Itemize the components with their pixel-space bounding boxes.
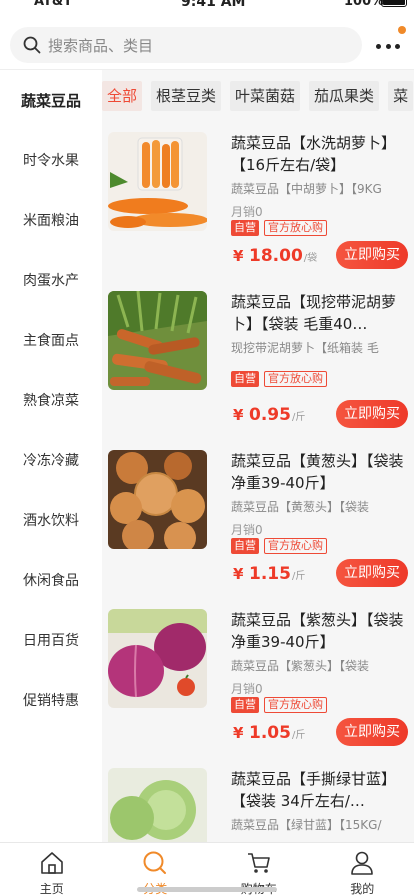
category-sidebar: 蔬菜豆品 时令水果 米面粮油 肉蛋水产 主食面点 熟食凉菜 冷冻冷藏 酒水饮料 … [0,70,102,842]
price-unit: /斤 [291,571,306,582]
buy-now-button[interactable]: 立即购买 [336,718,408,746]
product-item[interactable]: 蔬菜豆品【紫葱头】【袋装 净重39-40斤】 蔬菜豆品【紫葱头】【袋装 月销0 … [102,601,414,760]
self-operated-badge: 自营 [231,697,259,713]
battery-icon [381,0,407,7]
battery-percent: 100% [344,0,385,9]
monthly-sales: 月销0 [231,205,263,219]
nav-label: 我的 [350,882,375,896]
currency-symbol: ¥ [233,565,244,583]
monthly-sales: 月销0 [231,682,263,696]
product-subtitle: 蔬菜豆品【中胡萝卜】【9KG [231,182,382,196]
sidebar-item-drinks[interactable]: 酒水饮料 [0,490,102,550]
price-value: 1.15 [249,564,291,584]
tab-root-beans[interactable]: 根茎豆类 [151,81,222,111]
tab-more[interactable]: 菜 [388,81,414,111]
product-image-carrots[interactable] [108,132,207,231]
product-image-muddy-carrots[interactable] [108,291,207,390]
profile-icon [349,850,375,876]
sidebar-item-grain-oil[interactable]: 米面粮油 [0,190,102,250]
price-unit: /斤 [291,412,306,423]
monthly-sales: 月销0 [231,523,263,537]
buy-now-button[interactable]: 立即购买 [336,400,408,428]
product-title[interactable]: 蔬菜豆品【水洗胡萝卜】【16斤左右/袋】 [231,132,409,176]
product-image-yellow-onions[interactable] [108,450,207,549]
sidebar-item-frozen[interactable]: 冷冻冷藏 [0,430,102,490]
official-badge: 官方放心购 [264,697,327,713]
product-title[interactable]: 蔬菜豆品【紫葱头】【袋装 净重39-40斤】 [231,609,409,653]
category-icon [142,850,168,876]
carrier-label: AT&T [34,0,73,9]
price: ¥ 1.05/斤 [233,723,305,743]
sidebar-item-snacks[interactable]: 休闲食品 [0,550,102,610]
price-value: 18.00 [249,246,303,266]
product-title[interactable]: 蔬菜豆品【现挖带泥胡萝卜】【袋装 毛重40… [231,291,409,335]
price-unit: /斤 [291,730,306,741]
status-bar: AT&T 9:41 AM 100% [0,0,414,14]
sidebar-item-deli[interactable]: 熟食凉菜 [0,370,102,430]
sidebar-item-promotions[interactable]: 促销特惠 [0,670,102,730]
price-value: 0.95 [249,405,291,425]
sidebar-item-fruits[interactable]: 时令水果 [0,130,102,190]
product-title[interactable]: 蔬菜豆品【手撕绿甘蓝】【袋装 34斤左右/… [231,768,409,812]
product-item[interactable]: 蔬菜豆品【手撕绿甘蓝】【袋装 34斤左右/… 蔬菜豆品【绿甘蓝】【15KG/ [102,760,414,842]
official-badge: 官方放心购 [264,220,327,236]
search-icon [22,35,42,55]
nav-label: 主页 [39,882,64,896]
product-item[interactable]: 蔬菜豆品【黄葱头】【袋装 净重39-40斤】 蔬菜豆品【黄葱头】【袋装 月销0 … [102,442,414,601]
sidebar-item-vegetables[interactable]: 蔬菜豆品 [0,70,102,130]
header: 搜索商品、类目 [0,14,414,70]
sidebar-item-meat-seafood[interactable]: 肉蛋水产 [0,250,102,310]
product-item[interactable]: 蔬菜豆品【水洗胡萝卜】【16斤左右/袋】 蔬菜豆品【中胡萝卜】【9KG 月销0 … [102,124,414,283]
price-unit: /袋 [303,253,318,264]
search-placeholder: 搜索商品、类目 [48,36,154,55]
product-panel: 全部 根茎豆类 叶菜菌菇 茄瓜果类 菜 蔬菜豆品【水洗胡萝卜】【16斤左右/袋】… [102,70,414,842]
currency-symbol: ¥ [233,724,244,742]
tab-leafy-mushroom[interactable]: 叶菜菌菇 [230,81,301,111]
notification-dot [398,26,406,34]
product-subtitle: 蔬菜豆品【绿甘蓝】【15KG/ [231,818,382,832]
cart-icon [246,850,272,876]
nav-profile[interactable]: 我的 [311,843,414,896]
buy-now-button[interactable]: 立即购买 [336,241,408,269]
product-title[interactable]: 蔬菜豆品【黄葱头】【袋装 净重39-40斤】 [231,450,409,494]
clock: 9:41 AM [181,0,246,10]
tab-all[interactable]: 全部 [102,81,143,111]
price: ¥ 18.00/袋 [233,246,317,266]
official-badge: 官方放心购 [264,538,327,554]
price-value: 1.05 [249,723,291,743]
search-input[interactable]: 搜索商品、类目 [10,27,362,63]
product-subtitle: 现挖带泥胡萝卜【纸箱装 毛 [231,341,379,355]
home-indicator [137,887,277,892]
sidebar-item-daily-goods[interactable]: 日用百货 [0,610,102,670]
product-list: 蔬菜豆品【水洗胡萝卜】【16斤左右/袋】 蔬菜豆品【中胡萝卜】【9KG 月销0 … [102,124,414,842]
price: ¥ 0.95/斤 [233,405,305,425]
self-operated-badge: 自营 [231,220,259,236]
more-menu-button[interactable] [376,26,406,56]
product-item[interactable]: 蔬菜豆品【现挖带泥胡萝卜】【袋装 毛重40… 现挖带泥胡萝卜【纸箱装 毛 自营 … [102,283,414,442]
price: ¥ 1.15/斤 [233,564,305,584]
product-subtitle: 蔬菜豆品【紫葱头】【袋装 [231,659,370,673]
bottom-nav: 主页 分类 购物车 我的 [0,842,414,896]
nav-home[interactable]: 主页 [0,843,104,896]
subcategory-tabs: 全部 根茎豆类 叶菜菌菇 茄瓜果类 菜 [102,78,414,114]
product-image-red-onions[interactable] [108,609,207,708]
currency-symbol: ¥ [233,247,244,265]
buy-now-button[interactable]: 立即购买 [336,559,408,587]
product-image-cabbage[interactable] [108,768,207,842]
self-operated-badge: 自营 [231,371,259,387]
product-subtitle: 蔬菜豆品【黄葱头】【袋装 [231,500,370,514]
sidebar-item-staples[interactable]: 主食面点 [0,310,102,370]
self-operated-badge: 自营 [231,538,259,554]
home-icon [39,850,65,876]
official-badge: 官方放心购 [264,371,327,387]
currency-symbol: ¥ [233,406,244,424]
tab-eggplant-melon[interactable]: 茄瓜果类 [309,81,380,111]
